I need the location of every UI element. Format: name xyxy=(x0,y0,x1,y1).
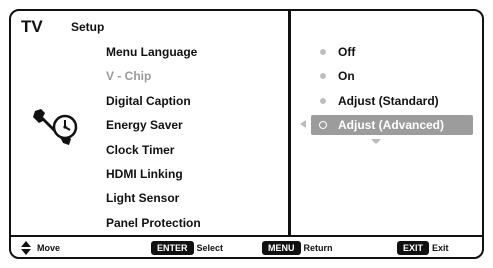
menu-item-v-chip: V - Chip xyxy=(106,69,152,84)
return-label: Return xyxy=(303,243,333,253)
menu-item-digital-caption[interactable]: Digital Caption xyxy=(106,89,201,113)
option-adjust-advanced[interactable]: Adjust (Advanced) xyxy=(316,113,476,137)
menu-item-light-sensor[interactable]: Light Sensor xyxy=(106,186,201,210)
exit-label: Exit xyxy=(432,243,449,253)
setup-wrench-clock-icon xyxy=(33,109,78,145)
move-label: Move xyxy=(37,243,61,253)
panel-divider xyxy=(288,11,291,235)
option-label: Off xyxy=(338,45,356,59)
energy-saver-options-list: Off On Adjust (Standard) Adjust (Advance… xyxy=(316,40,476,138)
page-title: Setup xyxy=(71,20,105,34)
select-hint: ENTER Select xyxy=(151,241,223,255)
menu-item-clock-timer[interactable]: Clock Timer xyxy=(106,138,201,162)
menu-item-hdmi-linking[interactable]: HDMI Linking xyxy=(106,162,201,186)
menu-key-icon: MENU xyxy=(262,241,301,255)
tv-setup-menu-window: TV Setup Menu Language V - Chip Digital … xyxy=(9,9,484,259)
menu-item-energy-saver[interactable]: Energy Saver xyxy=(106,113,201,137)
left-arrow-icon xyxy=(300,120,306,128)
option-on[interactable]: On xyxy=(316,64,476,88)
footer-help-bar: Move ENTER Select MENU Return EXIT Exit xyxy=(11,237,482,257)
option-adjust-standard[interactable]: Adjust (Standard) xyxy=(316,89,476,113)
return-hint: MENU Return xyxy=(262,241,333,255)
radio-ring-icon xyxy=(319,121,327,130)
select-label: Select xyxy=(196,243,224,253)
exit-key-icon: EXIT xyxy=(397,241,430,255)
menu-item-panel-protection[interactable]: Panel Protection xyxy=(106,211,201,235)
up-down-arrows-icon xyxy=(21,241,31,255)
option-label: On xyxy=(338,69,355,84)
radio-dot-icon xyxy=(320,49,326,55)
setup-menu-list: Menu Language V - Chip Digital Caption E… xyxy=(106,40,201,235)
enter-key-icon: ENTER xyxy=(151,241,194,255)
radio-dot-icon xyxy=(320,73,326,80)
option-label: Adjust (Standard) xyxy=(338,93,439,108)
down-arrow-icon xyxy=(371,139,381,144)
move-hint: Move xyxy=(37,241,60,255)
menu-item-menu-language[interactable]: Menu Language xyxy=(106,40,201,64)
option-label: Adjust (Advanced) xyxy=(338,118,445,133)
option-off[interactable]: Off xyxy=(316,40,476,64)
exit-hint: EXIT Exit xyxy=(397,241,449,255)
tv-label: TV xyxy=(21,17,43,36)
radio-dot-icon xyxy=(320,97,326,104)
